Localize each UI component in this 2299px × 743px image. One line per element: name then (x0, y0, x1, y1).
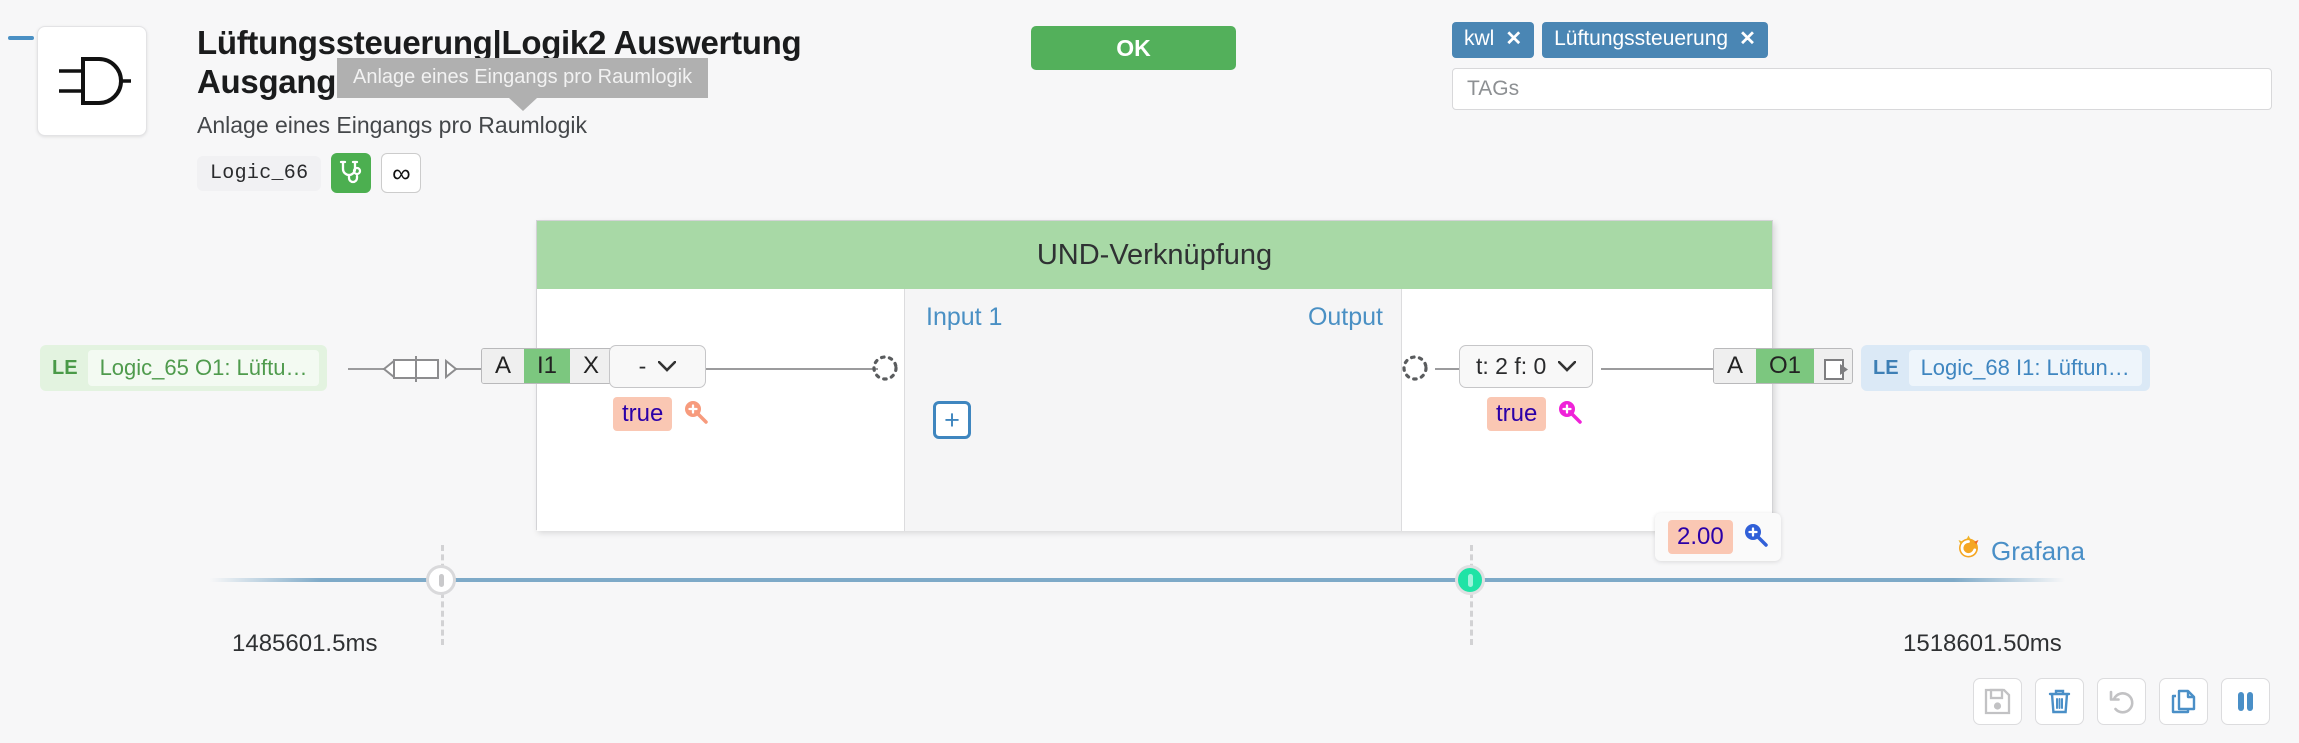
output-port-connector[interactable] (1400, 353, 1430, 383)
block-input-column (537, 289, 905, 531)
timeline-start-time: 1485601.5ms (232, 630, 378, 657)
page-subtitle: Anlage eines Eingangs pro Raumlogik (197, 111, 587, 138)
pill-output-index: O1 (1756, 349, 1815, 383)
header-title-block: Lüftungssteuerung|Logik2 Auswertung Ausg… (197, 24, 957, 194)
infinity-icon[interactable]: ∞ (381, 153, 422, 194)
pause-button[interactable] (2221, 678, 2270, 725)
output-link-connector-icon[interactable] (1824, 357, 1850, 388)
tag-list: kwl ✕ Lüftungssteuerung ✕ (1452, 22, 2272, 58)
result-value-popover: 2.00 (1655, 513, 1781, 561)
input-mode-value: - (638, 353, 647, 379)
input-pill-group[interactable]: A I1 X (481, 348, 614, 384)
chevron-down-icon (658, 357, 677, 377)
zoom-in-icon[interactable] (1557, 399, 1583, 429)
link-connector-icon[interactable] (382, 352, 458, 391)
input-value-badge: true (613, 397, 673, 431)
node-type-label: LE (52, 356, 78, 379)
tag-label: kwl (1464, 27, 1495, 50)
grafana-logo-icon (1955, 534, 1982, 568)
zoom-in-icon[interactable] (683, 399, 709, 429)
and-gate-icon (37, 26, 147, 136)
grafana-link[interactable]: Grafana (1955, 534, 2085, 568)
block-body: Input 1 Output + (537, 289, 1772, 531)
output-port-label: Output (1307, 303, 1383, 331)
logic-id-badge: Logic_66 (197, 155, 322, 191)
header-badges: Logic_66 ∞ (197, 153, 957, 194)
bottom-toolbar (1973, 678, 2270, 725)
pill-a: A (482, 349, 525, 383)
chevron-down-icon (1558, 357, 1577, 377)
close-icon[interactable]: ✕ (1505, 29, 1522, 49)
block-middle-column: Input 1 Output + (905, 289, 1402, 531)
tooltip: Anlage eines Eingangs pro Raumlogik (337, 58, 709, 98)
add-input-button[interactable]: + (933, 401, 971, 439)
tag-label: Lüftungssteuerung (1554, 27, 1729, 50)
timeline-marker-left (441, 545, 444, 645)
timeline-marker-right (1470, 545, 1473, 645)
pill-x[interactable]: X (570, 349, 613, 383)
input-mode-select[interactable]: - (609, 345, 706, 388)
handle-grip (438, 573, 444, 587)
copy-button[interactable] (2159, 678, 2208, 725)
delete-button[interactable] (2035, 678, 2084, 725)
node-text: Logic_68 I1: Lüftun… (1908, 350, 2142, 386)
tags-input[interactable] (1452, 68, 2272, 110)
tags-area: kwl ✕ Lüftungssteuerung ✕ (1452, 22, 2272, 110)
input-value-row: true (613, 397, 709, 431)
node-type-label: LE (1873, 356, 1899, 379)
wire-segment (1601, 368, 1717, 370)
tag-chip[interactable]: Lüftungssteuerung ✕ (1542, 22, 1768, 58)
grafana-label: Grafana (1991, 535, 2085, 566)
pill-a: A (1714, 349, 1757, 383)
output-mode-value: t: 2 f: 0 (1476, 353, 1547, 379)
handle-grip (1467, 573, 1473, 587)
zoom-in-icon[interactable] (1743, 522, 1768, 552)
pill-input-index: I1 (524, 349, 571, 383)
block-title: UND-Verknüpfung (537, 221, 1772, 289)
input-port-label: Input 1 (926, 303, 1003, 331)
output-value-badge: true (1487, 397, 1547, 431)
output-value-row: true (1487, 397, 1583, 431)
output-mode-select[interactable]: t: 2 f: 0 (1459, 345, 1594, 388)
input-port-connector[interactable] (870, 353, 900, 383)
timeline-handle-right[interactable] (1455, 565, 1485, 595)
stethoscope-icon[interactable] (331, 153, 372, 194)
undo-button[interactable] (2097, 678, 2146, 725)
timeline-end-time: 1518601.50ms (1903, 630, 2062, 657)
save-button[interactable] (1973, 678, 2022, 725)
target-node-chip[interactable]: LE Logic_68 I1: Lüftun… (1861, 345, 2150, 391)
logic-editor-page: Lüftungssteuerung|Logik2 Auswertung Ausg… (0, 0, 2299, 743)
source-node-chip[interactable]: LE Logic_65 O1: Lüftu… (40, 345, 328, 391)
close-icon[interactable]: ✕ (1739, 29, 1756, 49)
result-value-badge: 2.00 (1668, 520, 1733, 554)
wire-segment (688, 368, 878, 370)
node-text: Logic_65 O1: Lüftu… (87, 350, 320, 386)
ok-button[interactable]: OK (1031, 26, 1236, 70)
tag-chip[interactable]: kwl ✕ (1452, 22, 1535, 58)
block-output-column (1402, 289, 1772, 531)
timeline-handle-left[interactable] (426, 565, 456, 595)
minus-collapse-icon[interactable] (8, 36, 34, 40)
timeline-track[interactable] (210, 578, 2065, 582)
